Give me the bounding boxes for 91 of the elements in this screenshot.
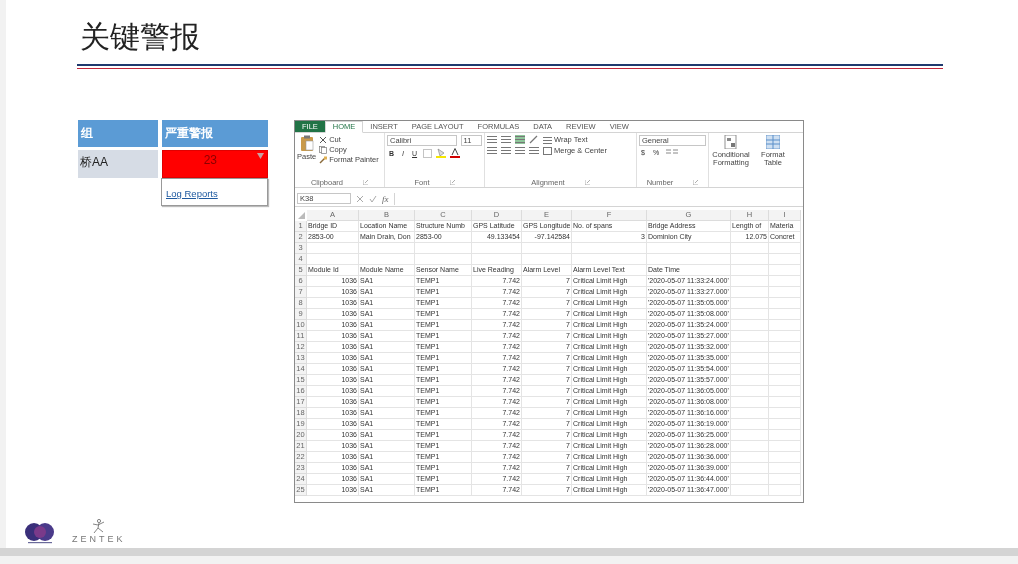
- table-cell: [731, 298, 769, 309]
- logo-icon: [24, 522, 56, 544]
- table-cell: [769, 353, 801, 364]
- brush-icon: [319, 155, 328, 164]
- table-cell: [769, 265, 801, 276]
- table-cell: [769, 331, 801, 342]
- table-cell: [359, 243, 415, 254]
- merge-icon: [543, 146, 552, 155]
- confirm-icon[interactable]: [369, 194, 377, 203]
- table-cell: [731, 441, 769, 452]
- indent-icon[interactable]: [529, 146, 539, 155]
- launcher-icon[interactable]: [693, 180, 699, 185]
- table-cell: [731, 375, 769, 386]
- table-cell: [769, 287, 801, 298]
- table-cell: [769, 364, 801, 375]
- table-cell: [769, 463, 801, 474]
- table-cell: [769, 254, 801, 265]
- slide-title: 关键警报: [80, 18, 201, 56]
- align-icon[interactable]: [501, 135, 511, 144]
- table-cell: [731, 353, 769, 364]
- launcher-icon[interactable]: [449, 180, 455, 185]
- table-cell: [731, 419, 769, 430]
- table-cell: [731, 320, 769, 331]
- align-icon[interactable]: [487, 146, 497, 155]
- table-cell: [769, 430, 801, 441]
- table-cell: [359, 254, 415, 265]
- column-header: 严重警报: [162, 120, 268, 147]
- border-icon[interactable]: [423, 148, 433, 158]
- table-cell: [731, 243, 769, 254]
- table-cell: [769, 276, 801, 287]
- group-cell: 桥AA: [78, 150, 158, 178]
- table-cell: [731, 309, 769, 320]
- table-cell: [731, 276, 769, 287]
- table-icon: [766, 135, 780, 149]
- table-cell: [731, 364, 769, 375]
- table-cell: [769, 342, 801, 353]
- table-cell: [731, 331, 769, 342]
- fill-color-icon[interactable]: [436, 148, 447, 158]
- table-cell: [307, 243, 359, 254]
- log-reports-link[interactable]: Log Reports: [166, 188, 218, 199]
- table-cell: [415, 254, 472, 265]
- table-cell: [731, 265, 769, 276]
- clipboard-icon: [299, 135, 314, 151]
- table-cell: [731, 386, 769, 397]
- table-cell: [415, 243, 472, 254]
- alert-count: 23: [203, 153, 217, 167]
- table-cell: [731, 254, 769, 265]
- table-cell: [731, 342, 769, 353]
- table-cell: [769, 452, 801, 463]
- table-cell: [769, 419, 801, 430]
- align-icon[interactable]: [501, 146, 511, 155]
- column-header: 组: [78, 120, 158, 147]
- table-cell: [769, 408, 801, 419]
- wrap-text-icon: [543, 135, 552, 144]
- cancel-icon[interactable]: [356, 194, 364, 203]
- caret-icon: [257, 153, 264, 159]
- table-cell: [769, 441, 801, 452]
- table-cell: [472, 254, 522, 265]
- table-cell: [769, 386, 801, 397]
- align-icon[interactable]: [487, 135, 497, 144]
- table-cell: [769, 298, 801, 309]
- table-cell: [731, 430, 769, 441]
- conditional-format-icon: [724, 135, 738, 149]
- table-cell: [769, 320, 801, 331]
- table-cell: [769, 309, 801, 320]
- table-cell: [731, 485, 769, 496]
- table-cell: [731, 463, 769, 474]
- table-cell: [731, 452, 769, 463]
- table-cell: [307, 254, 359, 265]
- table-cell: [769, 375, 801, 386]
- table-cell: [522, 243, 572, 254]
- table-cell: [769, 397, 801, 408]
- table-cell: [769, 474, 801, 485]
- table-cell: [769, 485, 801, 496]
- table-cell: [522, 254, 572, 265]
- table-cell: [731, 397, 769, 408]
- copy-icon: [319, 145, 328, 154]
- align-icon[interactable]: [515, 146, 525, 155]
- table-cell: [472, 243, 522, 254]
- font-color-icon[interactable]: [450, 148, 461, 158]
- launcher-icon[interactable]: [363, 180, 369, 185]
- launcher-icon[interactable]: [584, 180, 590, 185]
- table-cell: [731, 474, 769, 485]
- table-cell: [731, 408, 769, 419]
- align-icon[interactable]: [515, 135, 525, 144]
- decimal-icon[interactable]: [665, 148, 680, 156]
- table-cell: [731, 287, 769, 298]
- table-cell: [769, 243, 801, 254]
- brand-name: ZENTEK: [72, 534, 126, 544]
- scissors-icon: [319, 135, 328, 144]
- function-button[interactable]: fx: [382, 193, 389, 204]
